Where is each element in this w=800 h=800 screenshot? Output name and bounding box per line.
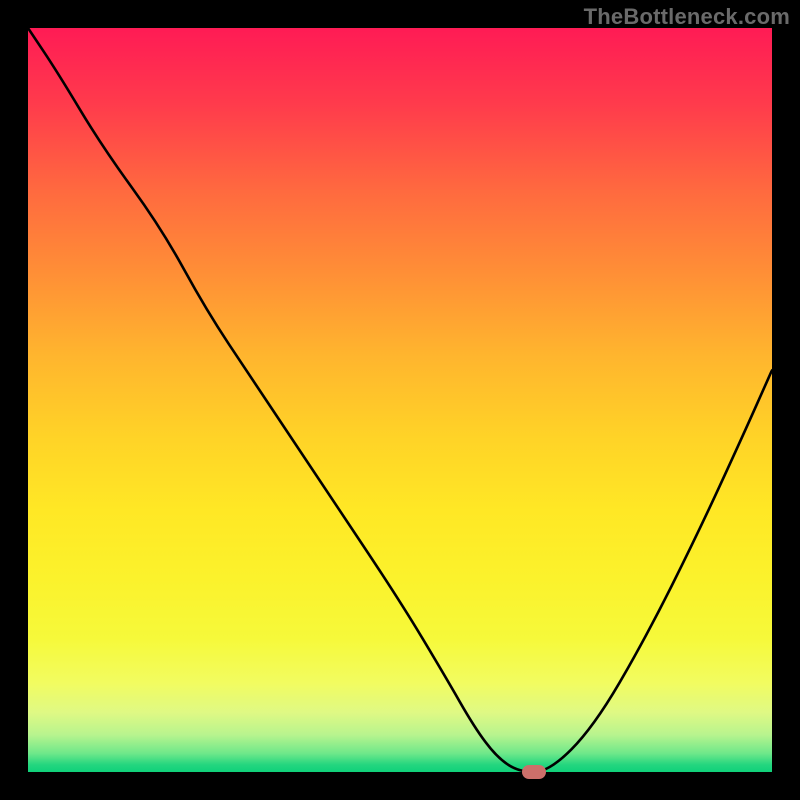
chart-container: TheBottleneck.com	[0, 0, 800, 800]
attribution-label: TheBottleneck.com	[584, 4, 790, 30]
plot-area	[28, 28, 772, 772]
bottleneck-curve	[28, 28, 772, 772]
optimum-marker	[522, 765, 546, 779]
